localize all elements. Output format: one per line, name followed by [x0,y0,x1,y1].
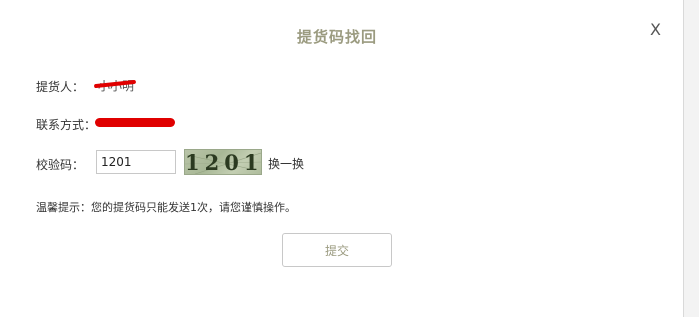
receiver-label: 提货人： [36,80,85,94]
captcha-image-text: 1201 [185,150,262,175]
submit-button[interactable]: 提交 [282,233,392,267]
retrieve-pickup-code-dialog: 提货码找回 X 提货人： 小小明 联系方式： 校验码： 1201 换一换 温馨提… [0,0,699,317]
captcha-label: 校验码： [36,158,85,172]
close-icon[interactable]: X [650,20,661,39]
page-background-strip [684,0,699,317]
contact-label: 联系方式： [36,118,97,132]
captcha-input[interactable] [96,150,176,174]
contact-redaction [95,118,175,127]
dialog-title: 提货码找回 [296,28,377,46]
receiver-row: 提货人： [36,78,84,95]
captcha-row: 校验码： [36,156,84,173]
warm-tip: 温馨提示：您的提货码只能发送1次，请您谨慎操作。 [36,201,296,214]
refresh-captcha-link[interactable]: 换一换 [268,155,304,172]
captcha-image[interactable]: 1201 [184,149,262,175]
contact-row: 联系方式： [36,116,96,133]
